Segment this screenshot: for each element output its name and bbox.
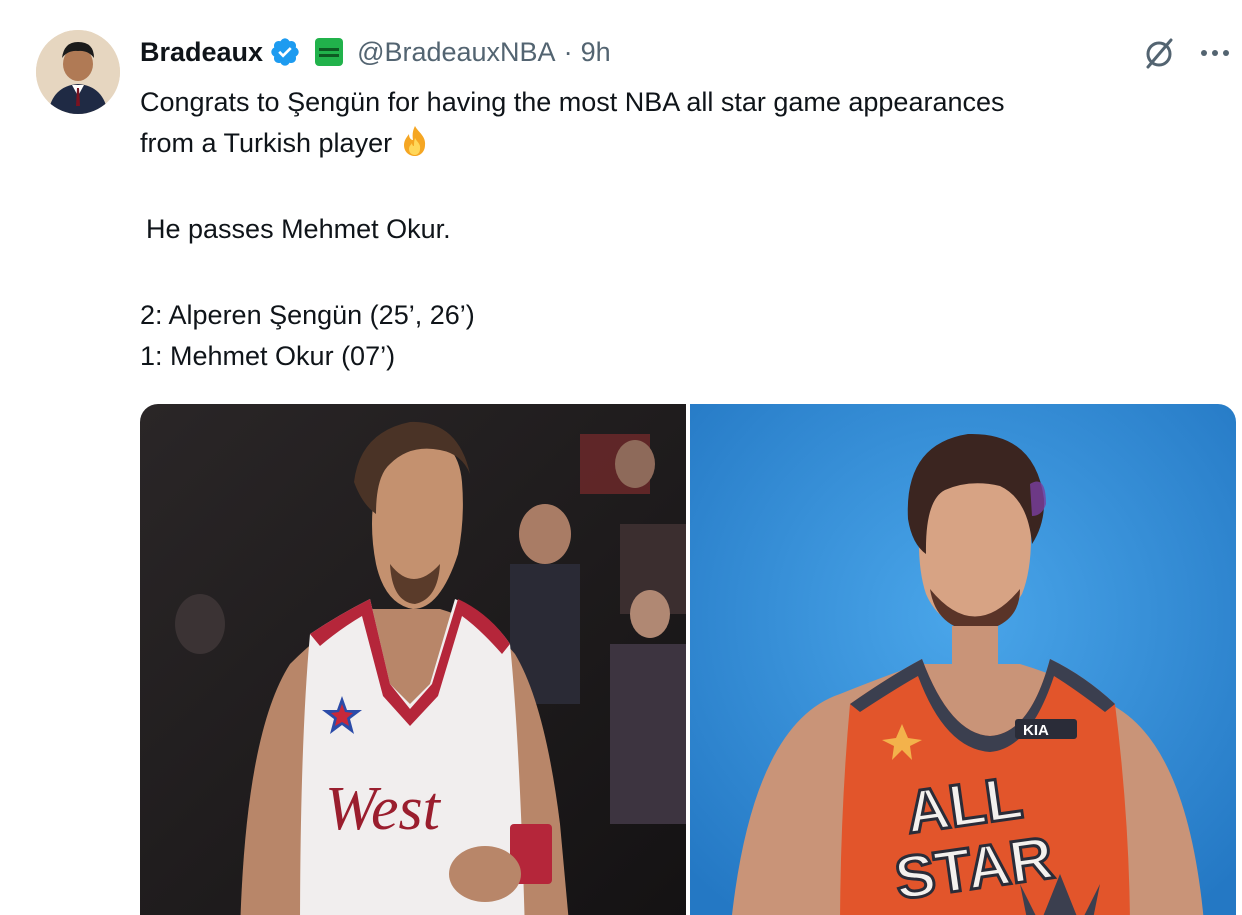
photo-alperen-sengun[interactable]: KIA ALL STAR bbox=[690, 404, 1236, 915]
tweet-text: Congrats to Şengün for having the most N… bbox=[140, 82, 1220, 377]
tweet-header: Bradeaux @BradeauxNBA · 9h bbox=[140, 32, 611, 72]
verified-badge-icon[interactable] bbox=[269, 36, 301, 68]
tweet-line-with-emoji: from a Turkish player bbox=[140, 123, 1220, 164]
tweet-line: Congrats to Şengün for having the most N… bbox=[140, 87, 1005, 117]
more-icon[interactable] bbox=[1196, 34, 1234, 72]
jersey-text-west: West bbox=[325, 775, 442, 843]
affiliate-badge-icon[interactable] bbox=[315, 38, 344, 66]
separator-dot: · bbox=[563, 36, 573, 67]
avatar[interactable] bbox=[36, 30, 120, 114]
photo-mehmet-okur[interactable]: West bbox=[140, 404, 686, 915]
timestamp[interactable]: 9h bbox=[581, 37, 611, 68]
display-name[interactable]: Bradeaux bbox=[140, 37, 263, 68]
grok-icon[interactable] bbox=[1140, 34, 1178, 72]
fire-emoji-icon bbox=[404, 126, 426, 156]
tweet-line: 1: Mehmet Okur (07’) bbox=[140, 341, 396, 371]
tweet-media[interactable]: West KIA ALL STAR bbox=[140, 404, 1236, 915]
sponsor-logo: KIA bbox=[1023, 722, 1049, 739]
tweet-line: He passes Mehmet Okur. bbox=[146, 214, 451, 244]
user-handle[interactable]: @BradeauxNBA bbox=[357, 37, 556, 68]
tweet-line: from a Turkish player bbox=[140, 128, 393, 158]
tweet-line: 2: Alperen Şengün (25’, 26’) bbox=[140, 300, 475, 330]
